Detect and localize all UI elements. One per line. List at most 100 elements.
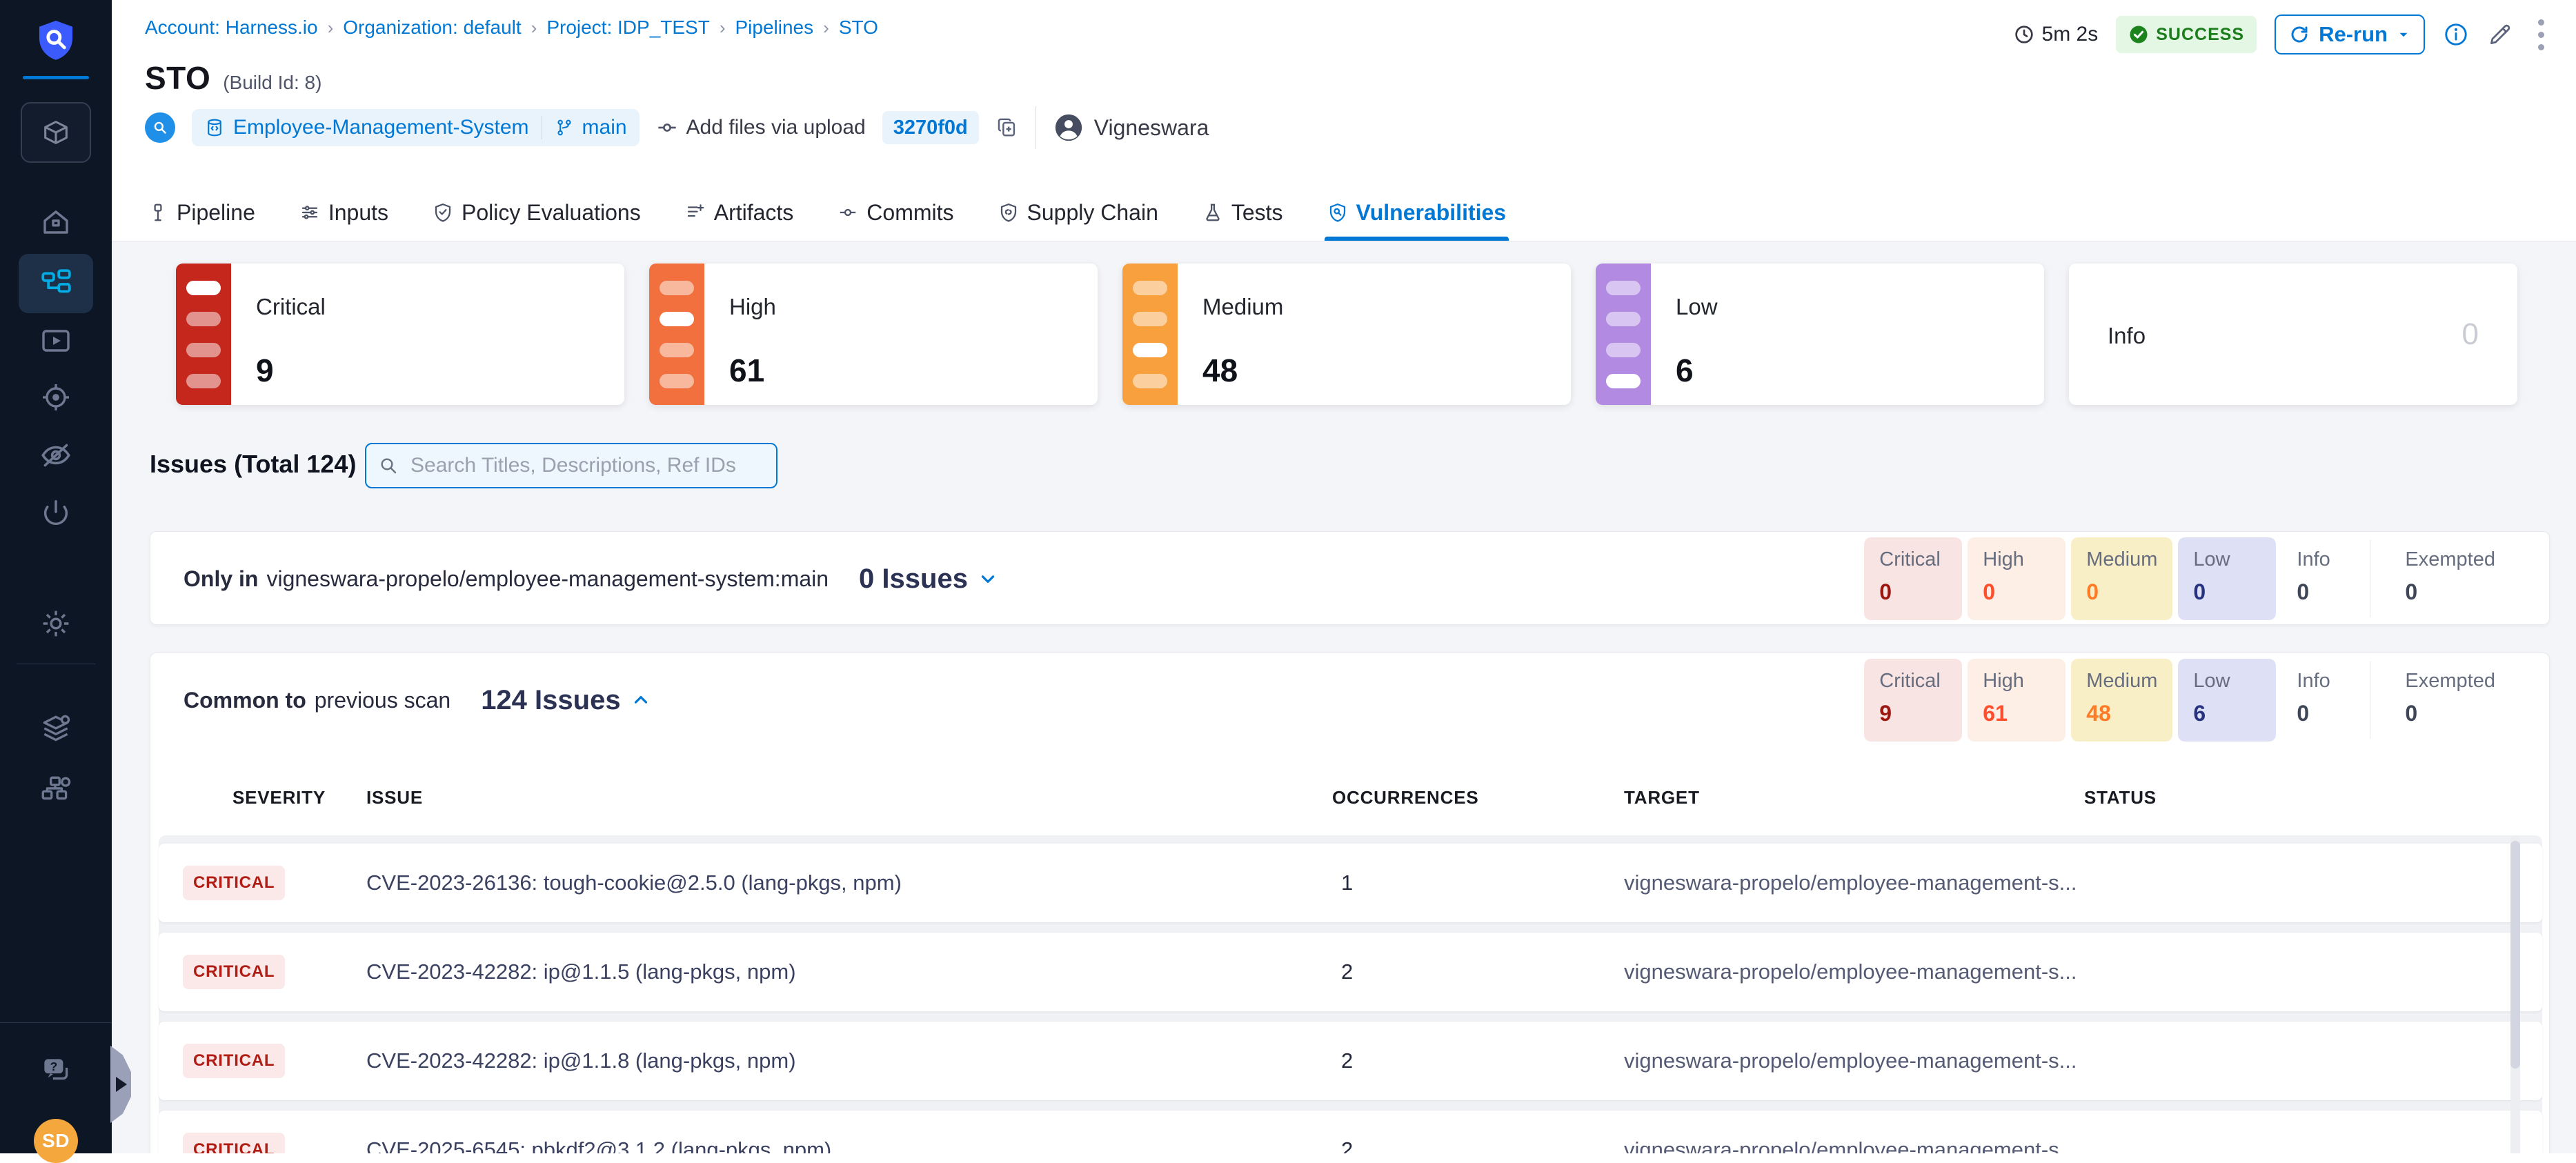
table-row[interactable]: CRITICAL CVE-2023-42282: ip@1.1.8 (lang-… (159, 1022, 2542, 1100)
severity-chips: Critical9 High61 Medium48 Low6 Info0 Exe… (1864, 659, 2510, 742)
breadcrumb-organization[interactable]: Organization: default (343, 17, 521, 39)
harness-sto-logo shield-magnifier-icon[interactable] (34, 18, 78, 62)
tab-vulnerabilities[interactable]: Vulnerabilities (1325, 184, 1509, 241)
scan-source-icon (145, 112, 175, 143)
tab-pipeline[interactable]: Pipeline (145, 184, 258, 241)
tab-policy-evaluations[interactable]: Policy Evaluations (430, 184, 644, 241)
issues-table-header: SEVERITY ISSUE OCCURRENCES TARGET STATUS (150, 782, 2549, 813)
issue-title: CVE-2023-42282: ip@1.1.8 (lang-pkgs, npm… (366, 1048, 796, 1073)
breadcrumb: Account: Harness.io › Organization: defa… (145, 17, 878, 39)
sidebar-item-exemptions eye-off-icon[interactable] (0, 436, 112, 475)
chip-medium: Medium48 (2071, 659, 2172, 742)
tab-inputs[interactable]: Inputs (297, 184, 391, 241)
vulnerabilities-icon shield-search-icon (1327, 202, 1348, 223)
chip-low: Low6 (2178, 659, 2276, 742)
chip-exempted: Exempted0 (2390, 659, 2510, 742)
status-badge: SUCCESS (2116, 16, 2257, 53)
logo-underline (23, 76, 89, 79)
commits-icon (838, 202, 858, 223)
group-count-toggle[interactable]: 0 Issues (859, 564, 998, 595)
card-value: 9 (256, 352, 274, 389)
issue-group-only-in: Only in vigneswara-propelo/employee-mana… (150, 531, 2550, 625)
breadcrumb-pipeline-name[interactable]: STO (839, 17, 878, 39)
chip-info: Info0 (2281, 659, 2350, 742)
info-icon[interactable] (2443, 21, 2469, 48)
execution-tabs: Pipeline Inputs Policy Evaluations Artif… (145, 184, 1509, 241)
card-label: Low (1676, 294, 1718, 320)
pipeline-icon (148, 202, 168, 223)
branch-name: main (582, 116, 627, 139)
target-name: vigneswara-propelo/employee-management-s… (1624, 871, 2077, 895)
sidebar-item-pipelines pipelines-icon[interactable] (19, 254, 93, 313)
issue-title: CVE-2023-26136: tough-cookie@2.5.0 (lang… (366, 871, 902, 895)
sidebar-item-executions play-box-icon[interactable] (0, 321, 112, 360)
more-options-kebab-icon[interactable] (2531, 17, 2551, 53)
inputs-icon (299, 202, 320, 223)
user-avatar[interactable]: SD (34, 1119, 78, 1163)
sidebar-item-settings gear-icon[interactable] (0, 604, 112, 643)
table-row[interactable]: CRITICAL CVE-2023-42282: ip@1.1.5 (lang-… (159, 933, 2542, 1011)
caret-down-icon (2396, 27, 2411, 42)
repo-branch-pill[interactable]: Employee-Management-System main (192, 109, 640, 146)
tab-artifacts[interactable]: Artifacts (682, 184, 797, 241)
branch-icon (555, 118, 574, 137)
repository-icon (204, 117, 225, 138)
summary-card-high[interactable]: High 61 (649, 264, 1098, 405)
policy-evaluations-icon shield-check-icon (433, 202, 453, 223)
commit-message: Add files via upload (656, 116, 866, 139)
summary-card-info[interactable]: Info 0 (2069, 264, 2517, 405)
chevron-down-icon (978, 568, 998, 589)
chevron-up-icon (631, 690, 651, 710)
avatar-person-icon (1053, 112, 1084, 143)
trigger-author: Vigneswara (1053, 112, 1209, 143)
scrollbar-thumb[interactable] (2510, 841, 2520, 1068)
module-selector-button cube-icon[interactable] (21, 102, 91, 163)
commit-sha-pill[interactable]: 3270f0d (882, 111, 979, 144)
card-value: 61 (729, 352, 764, 389)
breadcrumb-project[interactable]: Project: IDP_TEST (546, 17, 710, 39)
summary-card-critical[interactable]: Critical 9 (176, 264, 624, 405)
sidebar-item-home home-icon[interactable] (0, 203, 112, 241)
chip-critical: Critical9 (1864, 659, 1962, 742)
tab-commits[interactable]: Commits (835, 184, 956, 241)
card-value: 0 (2462, 317, 2479, 352)
issues-search (365, 443, 777, 488)
tab-supply-chain[interactable]: Supply Chain (995, 184, 1161, 241)
card-label: Critical (256, 294, 326, 320)
column-header-issue: ISSUE (366, 787, 423, 808)
repo-name: Employee-Management-System (233, 116, 529, 139)
edit-pencil-icon[interactable] (2487, 21, 2513, 48)
sidebar-item-help chat-question-icon[interactable]: ? (0, 1051, 112, 1090)
group-count-toggle[interactable]: 124 Issues (481, 685, 651, 716)
breadcrumb-pipelines[interactable]: Pipelines (735, 17, 814, 39)
table-row[interactable]: CRITICAL CVE-2025-6545: pbkdf2@3.1.2 (la… (159, 1111, 2542, 1153)
severity-badge: CRITICAL (183, 1133, 285, 1153)
severity-chips: Critical0 High0 Medium0 Low0 Info0 Exemp… (1864, 537, 2510, 620)
occurrences-count: 2 (1341, 1137, 1353, 1153)
vulnerabilities-content: Critical 9 High 61 Medium 48 Low 6 Info … (112, 241, 2576, 1153)
summary-card-low[interactable]: Low 6 (1596, 264, 2044, 405)
column-header-target: TARGET (1624, 787, 1700, 808)
refresh-icon (2288, 23, 2310, 46)
issue-group-common: Common to previous scan 124 Issues Criti… (150, 653, 2550, 1153)
svg-text:?: ? (50, 1060, 57, 1073)
chip-medium: Medium0 (2071, 537, 2172, 620)
rerun-button[interactable]: Re-run (2275, 14, 2425, 54)
chip-critical: Critical0 (1864, 537, 1962, 620)
tab-tests[interactable]: Tests (1200, 184, 1286, 241)
occurrences-count: 2 (1341, 960, 1353, 984)
issue-title: CVE-2025-6545: pbkdf2@3.1.2 (lang-pkgs, … (366, 1137, 831, 1153)
search-input[interactable] (365, 443, 777, 488)
issues-table-body: CRITICAL CVE-2023-26136: tough-cookie@2.… (159, 835, 2542, 1153)
sidebar-item-project-setup layers-settings-icon[interactable] (0, 710, 112, 749)
chip-high: High0 (1968, 537, 2065, 620)
copy-icon[interactable] (995, 116, 1019, 139)
table-row[interactable]: CRITICAL CVE-2023-26136: tough-cookie@2.… (159, 844, 2542, 922)
summary-card-medium[interactable]: Medium 48 (1122, 264, 1571, 405)
sidebar-item-targets target-icon[interactable] (0, 378, 112, 417)
breadcrumb-account[interactable]: Account: Harness.io (145, 17, 318, 39)
card-label: Info (2108, 323, 2146, 349)
sidebar-item-org-setup org-settings-icon[interactable] (0, 770, 112, 808)
sidebar-item-get-started power-icon[interactable] (0, 494, 112, 533)
severity-level-strip (1596, 264, 1651, 405)
